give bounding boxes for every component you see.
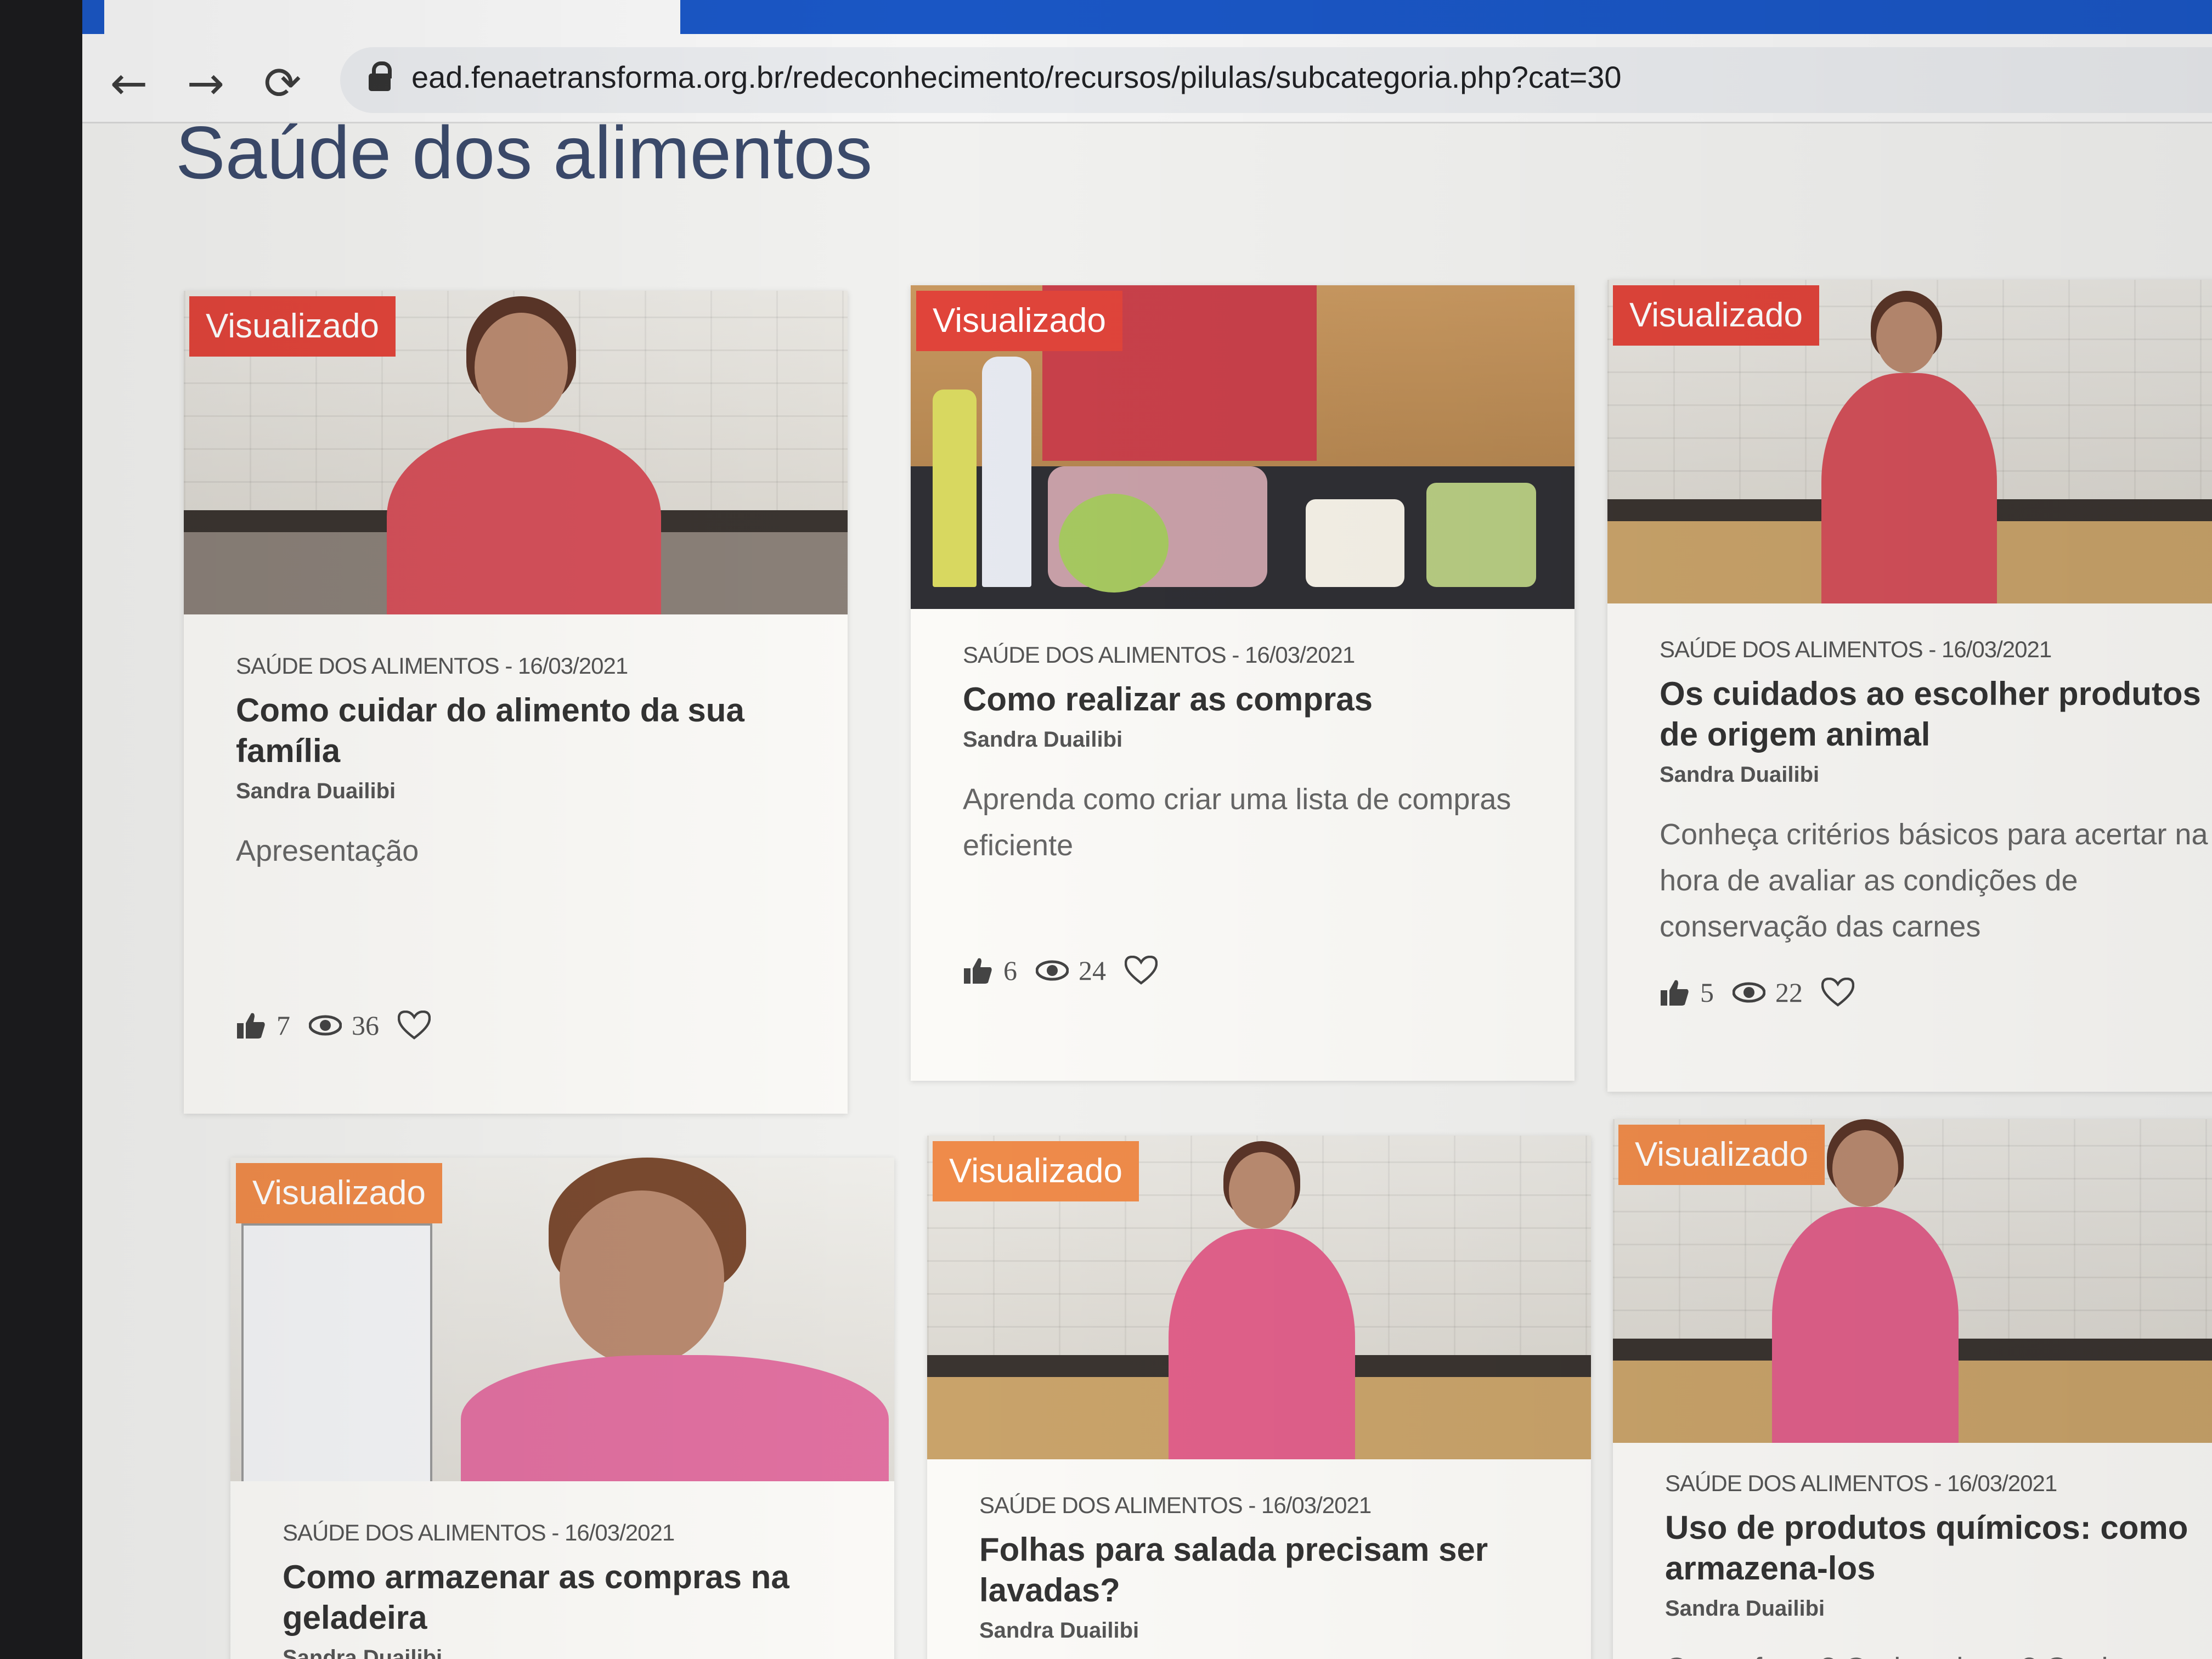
video-card[interactable]: Visualizado SAÚDE DOS ALIMENTOS - 16/03/… (184, 291, 848, 1114)
views-count: 22 (1775, 977, 1803, 1008)
card-title[interactable]: Como cuidar do alimento da sua família (236, 690, 817, 771)
heart-icon[interactable] (1125, 956, 1158, 985)
video-thumbnail[interactable]: Visualizado (1607, 280, 2212, 603)
eye-icon (1036, 960, 1069, 981)
eye-icon (1733, 981, 1765, 1003)
reload-icon[interactable]: ⟳ (252, 54, 313, 114)
likes-stat[interactable]: 7 (236, 1009, 290, 1041)
active-tab[interactable] (104, 0, 680, 34)
card-category-date: SAÚDE DOS ALIMENTOS - 16/03/2021 (963, 642, 1355, 668)
video-card[interactable]: Visualizado SAÚDE DOS ALIMENTOS - 16/03/… (927, 1136, 1591, 1659)
card-author: Sandra Duailibi (283, 1646, 443, 1659)
thumbs-up-icon (1660, 978, 1690, 1007)
card-category-date: SAÚDE DOS ALIMENTOS - 16/03/2021 (1665, 1470, 2057, 1496)
card-description: Apresentação (236, 834, 419, 867)
views-count: 24 (1079, 955, 1106, 986)
browser-window: ← → ⟳ ead.fenaetransforma.org.br/redecon… (82, 0, 2212, 1659)
likes-count: 7 (276, 1010, 290, 1041)
video-thumbnail[interactable]: Visualizado (230, 1158, 894, 1481)
card-category-date: SAÚDE DOS ALIMENTOS - 16/03/2021 (979, 1492, 1372, 1518)
card-author: Sandra Duailibi (1660, 763, 1820, 787)
views-stat: 22 (1733, 977, 1803, 1008)
viewed-badge: Visualizado (1618, 1125, 1825, 1185)
card-description: O que fazer? Onde colocar? Quais (1665, 1645, 2212, 1659)
video-card[interactable]: Visualizado SAÚDE DOS ALIMENTOS - 16/03/… (911, 285, 1575, 1081)
card-title[interactable]: Uso de produtos químicos: como armazena-… (1665, 1508, 2212, 1589)
viewed-badge: Visualizado (189, 296, 396, 357)
views-stat: 36 (309, 1009, 379, 1041)
page-title: Saúde dos alimentos (176, 111, 873, 194)
card-author: Sandra Duailibi (236, 779, 396, 803)
card-title[interactable]: Folhas para salada precisam ser lavadas? (979, 1530, 1561, 1611)
heart-icon[interactable] (398, 1011, 431, 1040)
likes-stat[interactable]: 6 (963, 955, 1017, 986)
card-author: Sandra Duailibi (963, 727, 1123, 752)
likes-stat[interactable]: 5 (1660, 977, 1714, 1008)
back-arrow-icon[interactable]: ← (99, 54, 159, 114)
eye-icon (309, 1014, 342, 1036)
viewed-badge: Visualizado (1613, 285, 1819, 346)
card-description: Conheça critérios básicos para acertar n… (1660, 818, 2208, 943)
card-description: Aprenda como criar uma lista de compras … (963, 783, 1511, 862)
card-stats: 7 36 (236, 1009, 431, 1041)
forward-arrow-icon[interactable]: → (176, 54, 236, 114)
card-title[interactable]: Os cuidados ao escolher produtos de orig… (1660, 674, 2212, 755)
card-category-date: SAÚDE DOS ALIMENTOS - 16/03/2021 (236, 653, 628, 679)
video-card[interactable]: Visualizado SAÚDE DOS ALIMENTOS - 16/03/… (230, 1158, 894, 1659)
video-thumbnail[interactable]: Visualizado (927, 1136, 1591, 1459)
address-bar[interactable]: ead.fenaetransforma.org.br/redeconhecime… (340, 47, 2212, 113)
url-text: ead.fenaetransforma.org.br/redeconhecime… (411, 60, 1622, 94)
card-author: Sandra Duailibi (1665, 1596, 1825, 1621)
video-thumbnail[interactable]: Visualizado (911, 285, 1575, 609)
card-category-date: SAÚDE DOS ALIMENTOS - 16/03/2021 (1660, 636, 2052, 662)
card-title[interactable]: Como realizar as compras (963, 679, 1544, 720)
viewed-badge: Visualizado (916, 291, 1122, 351)
video-card[interactable]: Visualizado SAÚDE DOS ALIMENTOS - 16/03/… (1613, 1119, 2212, 1659)
viewed-badge: Visualizado (933, 1141, 1139, 1201)
heart-icon[interactable] (1821, 978, 1854, 1007)
views-stat: 24 (1036, 955, 1106, 986)
viewed-badge: Visualizado (236, 1163, 442, 1223)
card-stats: 5 22 (1660, 977, 1854, 1008)
card-category-date: SAÚDE DOS ALIMENTOS - 16/03/2021 (283, 1520, 675, 1545)
thumbs-up-icon (963, 956, 994, 985)
video-thumbnail[interactable]: Visualizado (184, 291, 848, 614)
thumbs-up-icon (236, 1011, 267, 1040)
views-count: 36 (352, 1010, 379, 1041)
video-thumbnail[interactable]: Visualizado (1613, 1119, 2212, 1443)
lock-icon (369, 61, 392, 91)
likes-count: 5 (1700, 977, 1714, 1008)
likes-count: 6 (1003, 955, 1017, 986)
card-stats: 6 24 (963, 955, 1158, 986)
card-author: Sandra Duailibi (979, 1618, 1139, 1643)
video-card[interactable]: Visualizado SAÚDE DOS ALIMENTOS - 16/03/… (1607, 280, 2212, 1092)
card-title[interactable]: Como armazenar as compras na geladeira (283, 1557, 864, 1638)
tab-strip (82, 0, 2212, 34)
